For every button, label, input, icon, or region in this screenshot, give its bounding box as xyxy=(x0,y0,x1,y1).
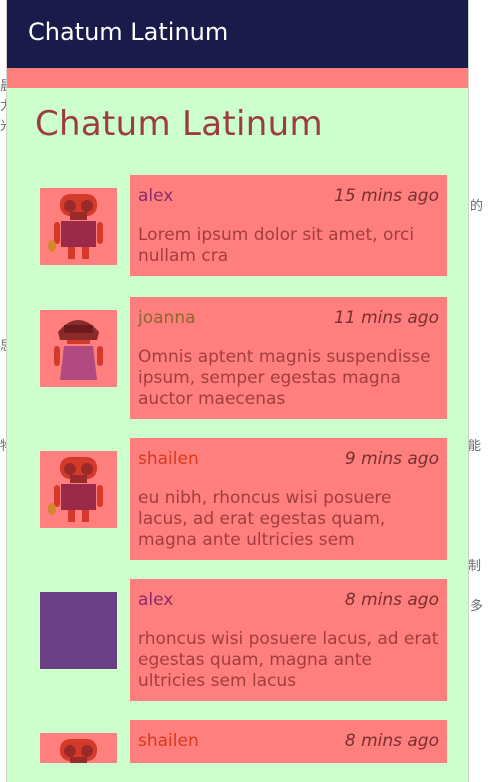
message-card[interactable]: alex 8 mins ago rhoncus wisi posuere lac… xyxy=(130,579,447,701)
message-card[interactable]: alex 15 mins ago Lorem ipsum dolor sit a… xyxy=(130,175,447,276)
timestamp: 15 mins ago xyxy=(334,186,439,206)
message-card[interactable]: shailen 9 mins ago eu nibh, rhoncus wisi… xyxy=(130,438,447,560)
sender-name[interactable]: alex xyxy=(138,186,173,206)
placeholder-avatar[interactable] xyxy=(40,592,117,669)
background-text: 制 xyxy=(468,559,482,574)
app-bar-title: Chatum Latinum xyxy=(28,18,229,46)
timestamp: 11 mins ago xyxy=(334,308,439,328)
background-text: 的 xyxy=(470,199,484,214)
message-card[interactable]: joanna 11 mins ago Omnis aptent magnis s… xyxy=(130,297,447,419)
sender-name[interactable]: joanna xyxy=(138,308,196,328)
message-text: rhoncus wisi posuere lacus, ad erat eges… xyxy=(138,629,439,691)
message-row[interactable]: joanna 11 mins ago Omnis aptent magnis s… xyxy=(7,297,468,419)
page-title: Chatum Latinum xyxy=(35,104,323,144)
app-bar: Chatum Latinum xyxy=(7,0,468,68)
background-text: 能 xyxy=(468,439,482,454)
bearded-android-icon[interactable] xyxy=(40,451,117,528)
bearded-android-icon[interactable] xyxy=(40,188,117,265)
message-row[interactable]: alex 8 mins ago rhoncus wisi posuere lac… xyxy=(7,579,468,701)
sender-name[interactable]: shailen xyxy=(138,731,199,751)
message-row[interactable]: shailen 8 mins ago xyxy=(7,720,468,782)
message-text: Lorem ipsum dolor sit amet, orci nullam … xyxy=(138,225,415,266)
message-text: eu nibh, rhoncus wisi posuere lacus, ad … xyxy=(138,488,392,550)
timestamp: 9 mins ago xyxy=(344,449,439,469)
message-card[interactable]: shailen 8 mins ago xyxy=(130,720,447,763)
header-strip xyxy=(7,68,468,88)
timestamp: 8 mins ago xyxy=(344,731,439,751)
background-text: 多 xyxy=(470,599,484,614)
timestamp: 8 mins ago xyxy=(344,590,439,610)
chat-app-window: Chatum Latinum Chatum Latinum alex 15 mi… xyxy=(7,0,468,782)
message-row[interactable]: shailen 9 mins ago eu nibh, rhoncus wisi… xyxy=(7,438,468,560)
message-row[interactable]: alex 15 mins ago Lorem ipsum dolor sit a… xyxy=(7,175,468,276)
sender-name[interactable]: alex xyxy=(138,590,173,610)
bearded-android-icon[interactable] xyxy=(40,733,117,763)
girl-android-icon[interactable] xyxy=(40,310,117,387)
message-text: Omnis aptent magnis suspendisse ipsum, s… xyxy=(138,347,431,409)
sender-name[interactable]: shailen xyxy=(138,449,199,469)
